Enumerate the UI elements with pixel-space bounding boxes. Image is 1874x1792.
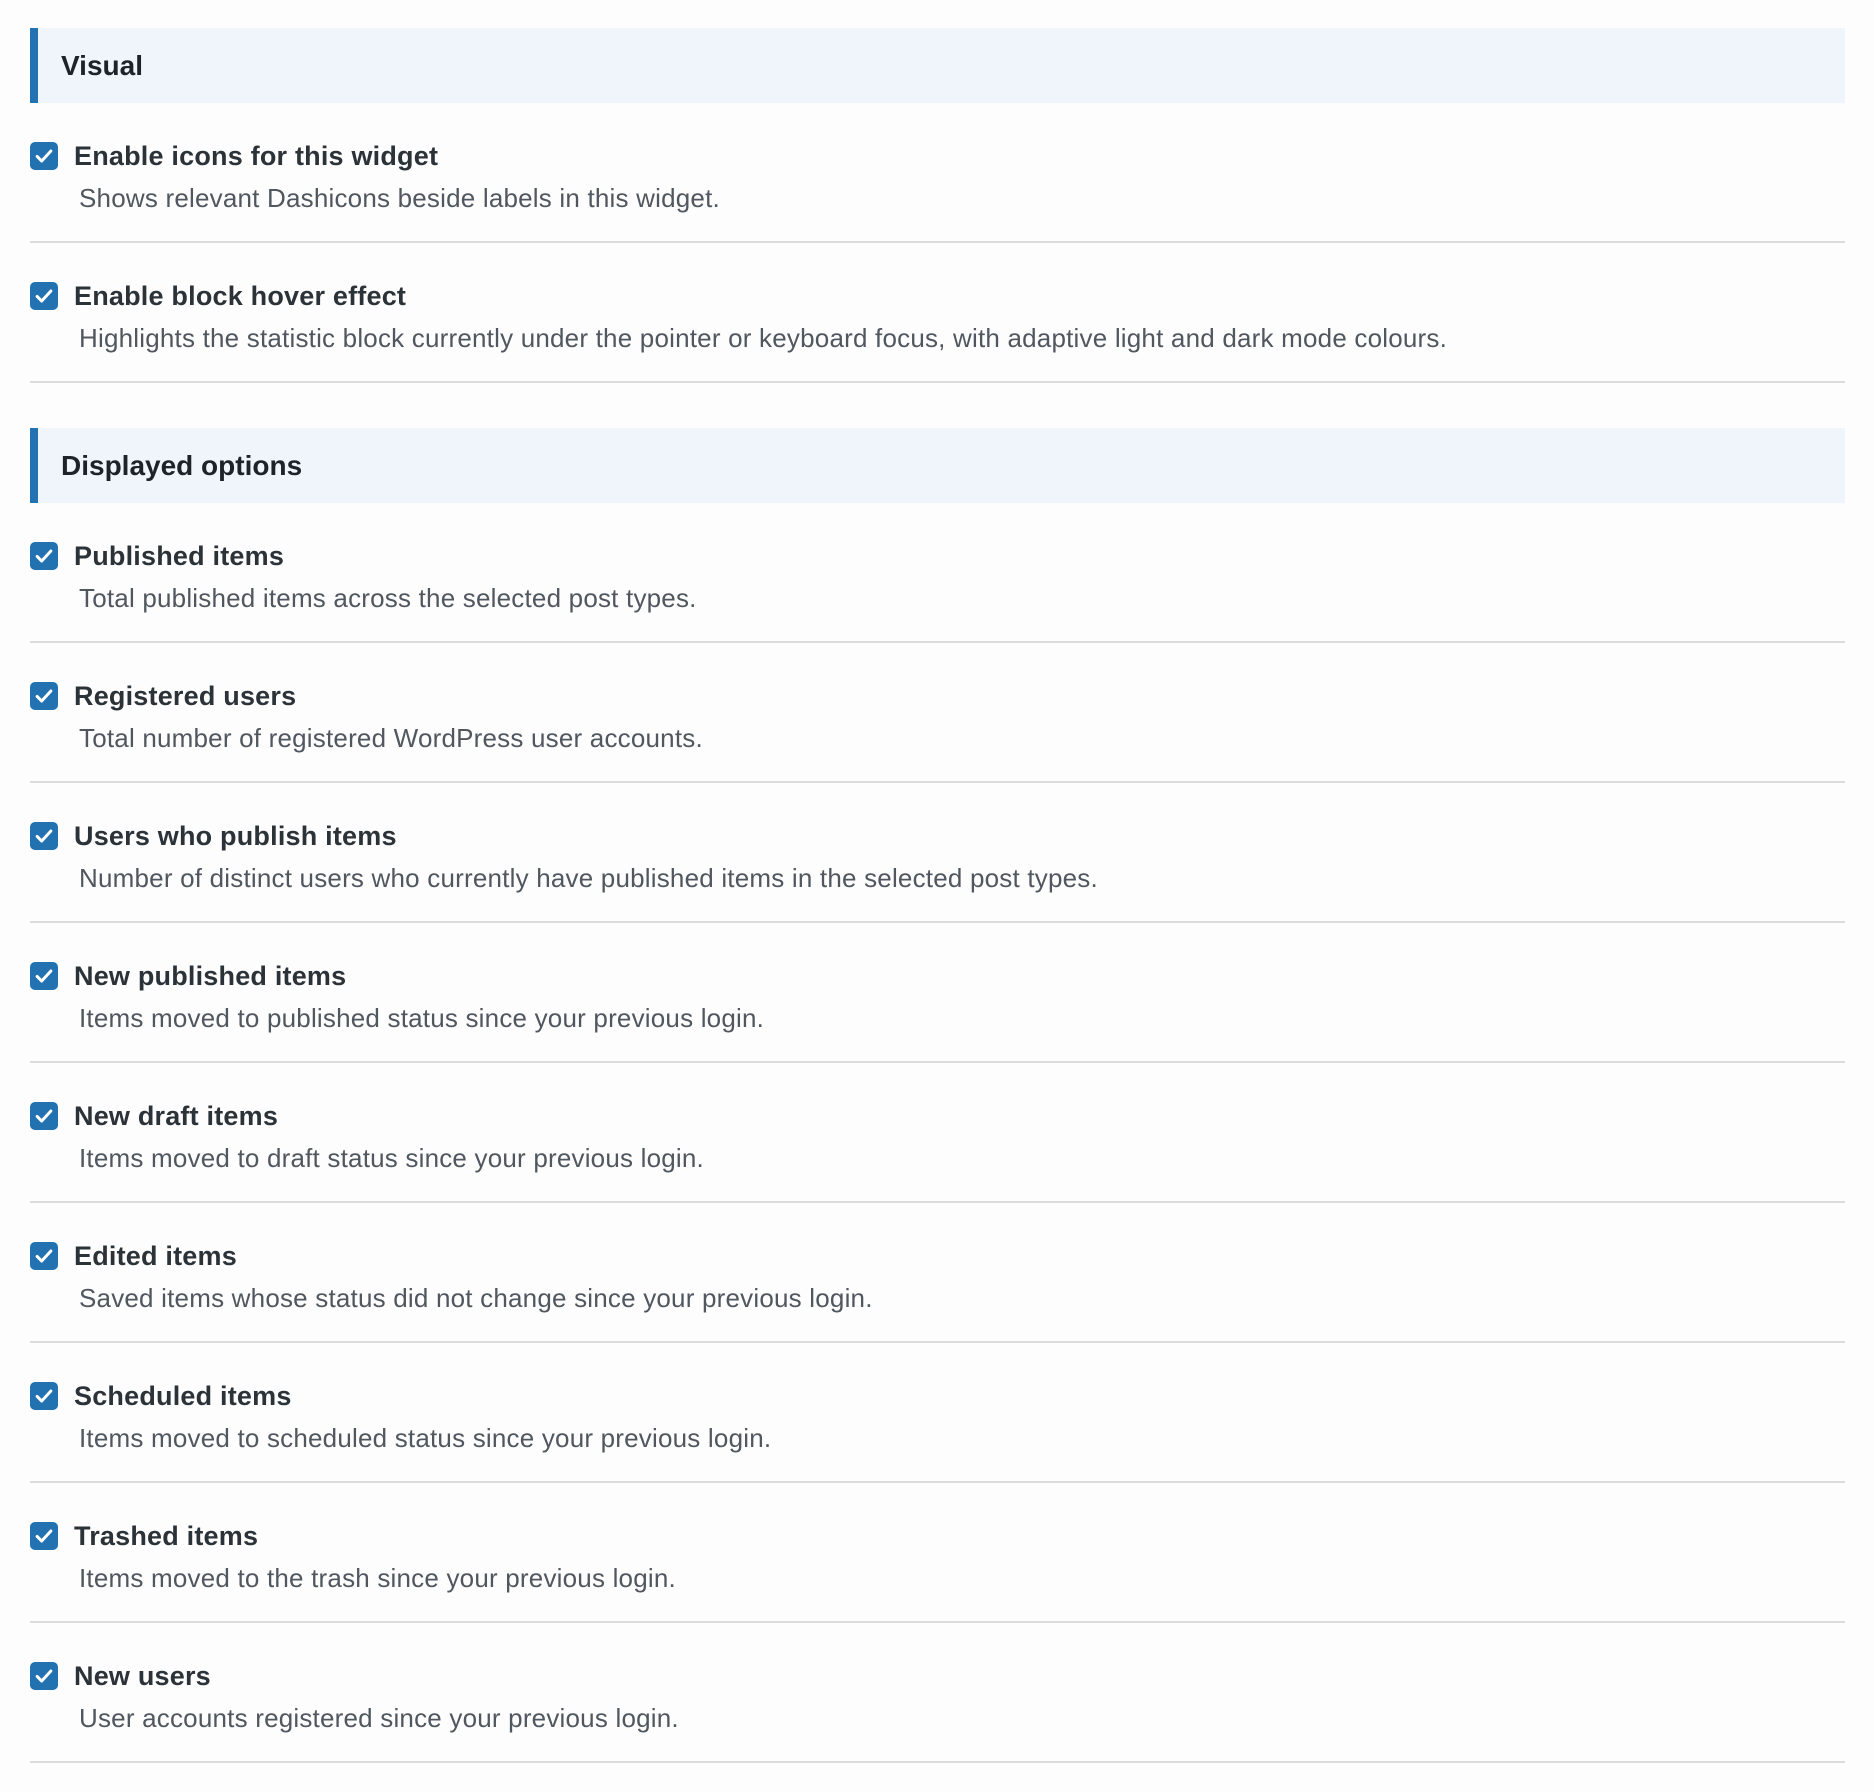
option-new-users: New users User accounts registered since…: [30, 1623, 1845, 1763]
option-description: Items moved to published status since yo…: [79, 1003, 765, 1033]
option-label[interactable]: Published items: [74, 541, 284, 572]
checkmark-icon: [35, 549, 53, 563]
checkmark-icon: [35, 689, 53, 703]
option-description: Total number of registered WordPress use…: [79, 723, 703, 753]
checkmark-icon: [35, 1389, 53, 1403]
option-description: Items moved to draft status since your p…: [79, 1143, 704, 1173]
option-description: Highlights the statistic block currently…: [79, 323, 1448, 353]
enable-icons-checkbox[interactable]: [30, 142, 58, 170]
checkmark-icon: [35, 1529, 53, 1543]
option-label[interactable]: Scheduled items: [74, 1381, 292, 1412]
checkmark-icon: [35, 289, 53, 303]
option-description: Total published items across the selecte…: [79, 583, 697, 613]
option-label[interactable]: New users: [74, 1661, 211, 1692]
checkmark-icon: [35, 969, 53, 983]
option-edited-items: Edited items Saved items whose status di…: [30, 1203, 1845, 1343]
option-label[interactable]: Users who publish items: [74, 821, 397, 852]
option-label[interactable]: Registered users: [74, 681, 296, 712]
edited-items-checkbox[interactable]: [30, 1242, 58, 1270]
option-scheduled-items: Scheduled items Items moved to scheduled…: [30, 1343, 1845, 1483]
option-registered-users: Registered users Total number of registe…: [30, 643, 1845, 783]
section-header-visual: Visual: [30, 28, 1845, 103]
enable-hover-checkbox[interactable]: [30, 282, 58, 310]
option-enable-icons: Enable icons for this widget Shows relev…: [30, 103, 1845, 243]
new-draft-items-checkbox[interactable]: [30, 1102, 58, 1130]
new-users-checkbox[interactable]: [30, 1662, 58, 1690]
option-description: Saved items whose status did not change …: [79, 1283, 873, 1313]
section-header-displayed-options: Displayed options: [30, 428, 1845, 503]
new-published-items-checkbox[interactable]: [30, 962, 58, 990]
checkmark-icon: [35, 1669, 53, 1683]
option-trashed-items: Trashed items Items moved to the trash s…: [30, 1483, 1845, 1623]
registered-users-checkbox[interactable]: [30, 682, 58, 710]
option-description: Items moved to the trash since your prev…: [79, 1563, 676, 1593]
checkmark-icon: [35, 1249, 53, 1263]
option-label[interactable]: Enable block hover effect: [74, 281, 406, 312]
scheduled-items-checkbox[interactable]: [30, 1382, 58, 1410]
option-label[interactable]: Trashed items: [74, 1521, 258, 1552]
option-description: Items moved to scheduled status since yo…: [79, 1423, 772, 1453]
checkmark-icon: [35, 1109, 53, 1123]
widget-settings: Visual Enable icons for this widget Show…: [30, 28, 1845, 1763]
option-label[interactable]: Enable icons for this widget: [74, 141, 438, 172]
option-label[interactable]: Edited items: [74, 1241, 237, 1272]
option-new-published-items: New published items Items moved to publi…: [30, 923, 1845, 1063]
option-label[interactable]: New draft items: [74, 1101, 278, 1132]
section-title: Displayed options: [61, 449, 303, 481]
option-new-draft-items: New draft items Items moved to draft sta…: [30, 1063, 1845, 1203]
option-description: Number of distinct users who currently h…: [79, 863, 1098, 893]
option-label[interactable]: New published items: [74, 961, 346, 992]
option-description: User accounts registered since your prev…: [79, 1703, 679, 1733]
trashed-items-checkbox[interactable]: [30, 1522, 58, 1550]
option-published-items: Published items Total published items ac…: [30, 503, 1845, 643]
option-enable-hover: Enable block hover effect Highlights the…: [30, 243, 1845, 383]
published-items-checkbox[interactable]: [30, 542, 58, 570]
checkmark-icon: [35, 149, 53, 163]
users-who-publish-checkbox[interactable]: [30, 822, 58, 850]
option-description: Shows relevant Dashicons beside labels i…: [79, 183, 720, 213]
checkmark-icon: [35, 829, 53, 843]
section-title: Visual: [61, 49, 143, 81]
option-users-who-publish: Users who publish items Number of distin…: [30, 783, 1845, 923]
